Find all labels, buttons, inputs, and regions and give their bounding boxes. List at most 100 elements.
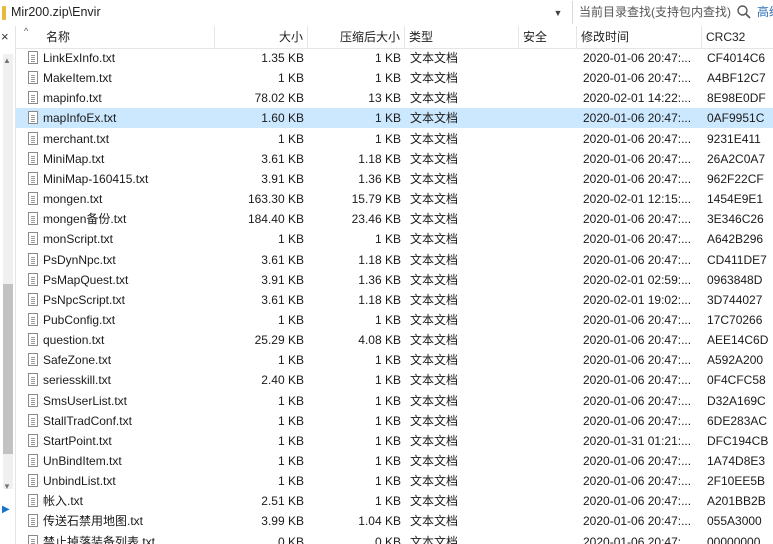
file-compressed-size: 1 KB [374,111,401,126]
table-row[interactable]: PsMapQuest.txt 3.91 KB 1.36 KB 文本文档 2020-02-… [16,270,773,290]
file-compressed-size: 4.08 KB [358,333,401,348]
file-compressed-size: 1.36 KB [358,272,401,287]
file-modified: 2020-01-06 20:47:... [583,312,692,327]
column-encrypted[interactable]: 安全 [519,26,577,48]
chevron-down-icon[interactable]: ▼ [551,6,565,20]
close-icon[interactable]: × [1,30,9,44]
table-row[interactable]: monScript.txt 1 KB 1 KB 文本文档 2020-01-06 20:4… [16,229,773,249]
file-compressed-size: 1 KB [374,353,401,368]
search-input[interactable]: 当前目录查找(支持包内查找) [579,1,731,24]
text-file-icon [28,212,38,226]
file-compressed-size: 1.18 KB [358,151,401,166]
file-type: 文本文档 [410,514,459,529]
file-size: 1 KB [277,131,304,146]
file-name: question.txt [43,333,105,348]
table-row[interactable]: StartPoint.txt 1 KB 1 KB 文本文档 2020-01-31 01:… [16,431,773,451]
file-modified: 2020-01-06 20:47:... [583,393,692,408]
file-name: StallTradConf.txt [43,413,132,428]
file-size: 1 KB [277,433,304,448]
table-row[interactable]: question.txt 25.29 KB 4.08 KB 文本文档 2020-01-0… [16,330,773,350]
address-bar: Mir200.zip\Envir ▼ 当前目录查找(支持包内查找) 高级 [0,0,773,27]
file-modified: 2020-01-31 01:21:... [583,433,692,448]
file-modified: 2020-01-06 20:47:... [583,353,692,368]
text-file-icon [28,71,38,85]
text-file-icon [28,534,38,544]
table-row[interactable]: LinkExInfo.txt 1.35 KB 1 KB 文本文档 2020-01-06 … [16,48,773,68]
column-crc[interactable]: CRC32 [702,26,773,48]
file-modified: 2020-01-06 20:47:... [583,252,692,267]
file-crc: 055A3000 [707,514,762,529]
file-modified: 2020-02-01 14:22:... [583,91,692,106]
file-crc: 3E346C26 [707,212,764,227]
table-row[interactable]: PubConfig.txt 1 KB 1 KB 文本文档 2020-01-06 20:4… [16,310,773,330]
table-row[interactable]: UnBindItem.txt 1 KB 1 KB 文本文档 2020-01-06 20:… [16,451,773,471]
file-crc: A201BB2B [707,494,766,509]
file-size: 2.51 KB [261,494,304,509]
file-crc: 0F4CFC58 [707,373,766,388]
file-list: ^ 名称 大小 压缩后大小 类型 安全 修改时间 CRC32 LinkExInf… [16,26,773,544]
file-name: UnbindList.txt [43,474,116,489]
file-size: 184.40 KB [247,212,304,227]
table-row[interactable]: StallTradConf.txt 1 KB 1 KB 文本文档 2020-01-06 … [16,411,773,431]
table-row[interactable]: mongen备份.txt 184.40 KB 23.46 KB 文本文档 2020-01… [16,209,773,229]
table-row[interactable]: mapinfo.txt 78.02 KB 13 KB 文本文档 2020-02-01 1… [16,88,773,108]
file-crc: 8E98E0DF [707,91,766,106]
table-row[interactable]: seriesskill.txt 2.40 KB 1 KB 文本文档 2020-01-06… [16,370,773,390]
file-crc: 6DE283AC [707,413,768,428]
expand-arrow-icon[interactable]: ▶ [2,504,10,515]
file-type: 文本文档 [410,232,459,247]
search-icon[interactable] [736,4,752,20]
table-row[interactable]: 传送石禁用地图.txt 3.99 KB 1.04 KB 文本文档 2020-01-06 … [16,511,773,531]
file-crc: A592A200 [707,353,764,368]
file-size: 1 KB [277,413,304,428]
column-modified[interactable]: 修改时间 [577,26,702,48]
file-modified: 2020-01-06 20:47:... [583,474,692,489]
file-compressed-size: 1.18 KB [358,252,401,267]
table-row[interactable]: UnbindList.txt 1 KB 1 KB 文本文档 2020-01-06 20:… [16,471,773,491]
table-row[interactable]: MakeItem.txt 1 KB 1 KB 文本文档 2020-01-06 20:47… [16,68,773,88]
file-crc: 1A74D8E3 [707,454,766,468]
text-file-icon [28,393,38,407]
column-size[interactable]: 大小 [215,26,308,48]
table-row[interactable]: PsNpcScript.txt 3.61 KB 1.18 KB 文本文档 2020-02… [16,290,773,310]
file-compressed-size: 1 KB [374,71,401,86]
table-row[interactable]: 禁止掉落装备列表.txt 0 KB 0 KB 文本文档 2020-01-06 20:47… [16,532,773,544]
file-modified: 2020-01-06 20:47:... [583,232,692,247]
table-row[interactable]: merchant.txt 1 KB 1 KB 文本文档 2020-01-06 20:47… [16,129,773,149]
table-row[interactable]: mongen.txt 163.30 KB 15.79 KB 文本文档 2020-02-0… [16,189,773,209]
file-compressed-size: 1 KB [374,131,401,146]
file-compressed-size: 1 KB [374,494,401,509]
file-crc: 0AF9951C [707,111,765,126]
column-compressed-size[interactable]: 压缩后大小 [308,26,405,48]
table-row[interactable]: SmsUserList.txt 1 KB 1 KB 文本文档 2020-01-06 20… [16,391,773,411]
file-type: 文本文档 [410,111,459,126]
text-file-icon [28,353,38,367]
scroll-down-icon[interactable]: ▼ [3,482,11,491]
table-row[interactable]: 帐入.txt 2.51 KB 1 KB 文本文档 2020-01-06 20:47:..… [16,491,773,511]
file-crc: 2F10EE5B [707,474,766,489]
text-file-icon [28,514,38,528]
address-path[interactable]: Mir200.zip\Envir [9,0,574,25]
text-file-icon [28,252,38,266]
file-modified: 2020-02-01 19:02:... [583,292,692,307]
file-modified: 2020-01-06 20:47:... [583,494,692,509]
table-row[interactable]: PsDynNpc.txt 3.61 KB 1.18 KB 文本文档 2020-01-06… [16,250,773,270]
file-size: 3.61 KB [261,292,304,307]
table-row[interactable]: MiniMap-160415.txt 3.91 KB 1.36 KB 文本文档 2020… [16,169,773,189]
file-name: SmsUserList.txt [43,393,128,408]
table-row[interactable]: MiniMap.txt 3.61 KB 1.18 KB 文本文档 2020-01-06 … [16,149,773,169]
file-type: 文本文档 [410,413,459,428]
table-row[interactable]: mapInfoEx.txt 1.60 KB 1 KB 文本文档 2020-01-06 2… [16,108,773,129]
file-compressed-size: 1 KB [374,232,401,247]
scroll-up-icon[interactable]: ▲ [3,56,11,65]
search-box[interactable]: 当前目录查找(支持包内查找) [572,1,756,24]
nav-scrollbar-thumb[interactable] [3,284,13,454]
file-compressed-size: 23.46 KB [351,212,401,227]
column-name[interactable]: 名称 [16,26,215,48]
file-type: 文本文档 [410,494,459,509]
file-modified: 2020-01-06 20:47:... [583,413,692,428]
column-type[interactable]: 类型 [405,26,519,48]
advanced-search-link[interactable]: 高级 [757,0,773,25]
table-row[interactable]: SafeZone.txt 1 KB 1 KB 文本文档 2020-01-06 20:47… [16,350,773,370]
file-type: 文本文档 [410,454,459,468]
